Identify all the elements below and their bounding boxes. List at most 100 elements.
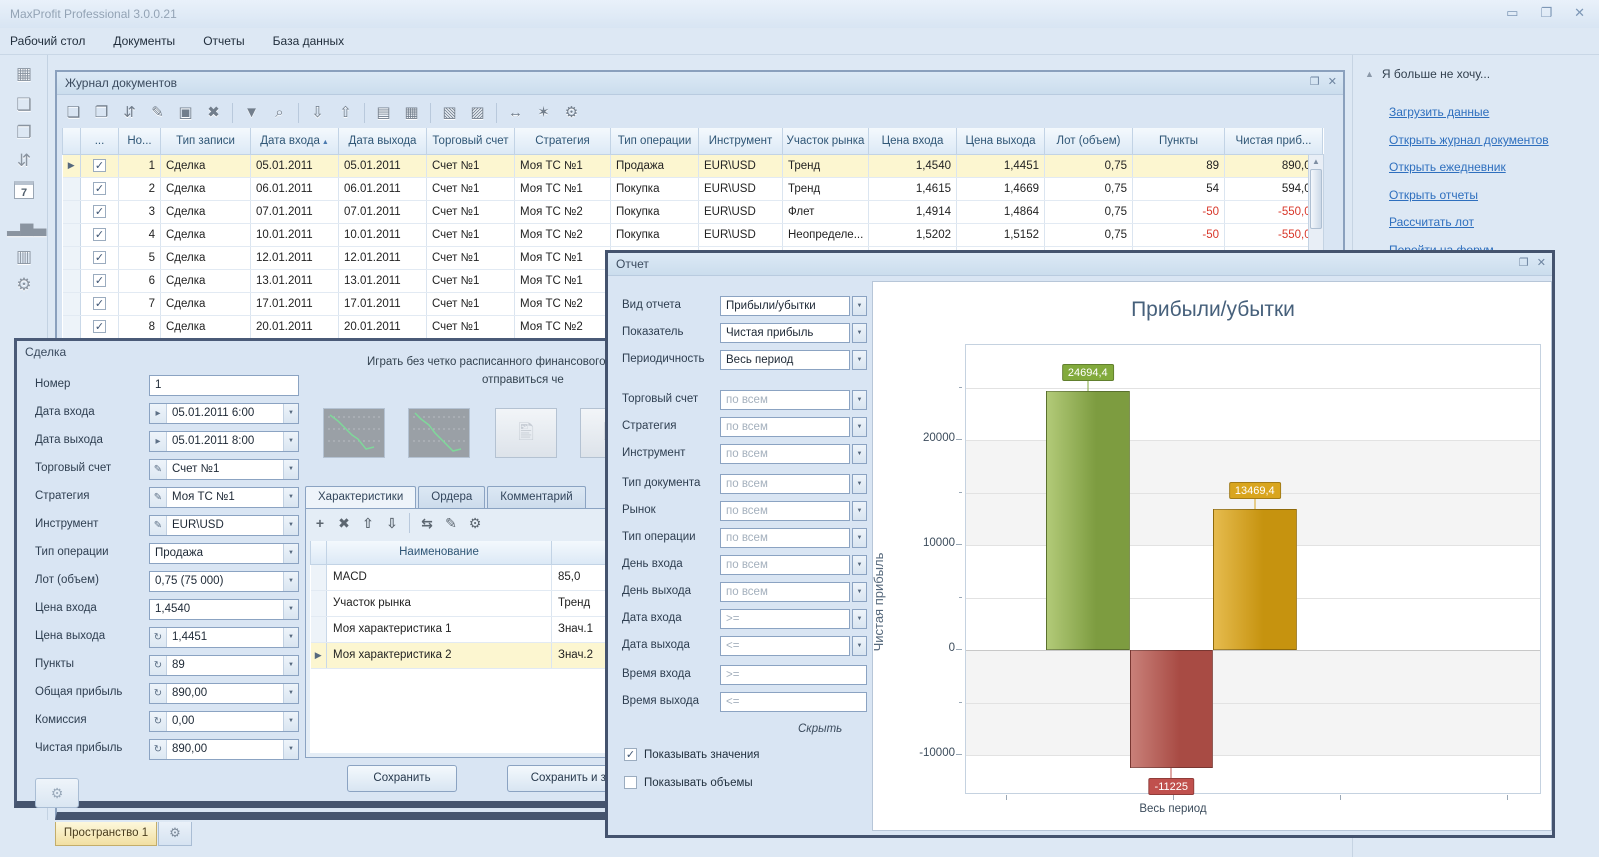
chevron-down-icon[interactable]: ▼ (283, 656, 298, 675)
tab-2[interactable]: Ордера (418, 486, 485, 508)
settings-gear-icon[interactable]: ⚙ (7, 271, 41, 299)
chevron-down-icon[interactable]: ▼ (283, 628, 298, 647)
report-field-14[interactable]: >= (720, 665, 867, 685)
checkbox-cell[interactable]: ✓ (81, 200, 119, 223)
hide-filters-link[interactable]: Скрыть (798, 723, 842, 735)
column-header[interactable]: Тип операции (611, 128, 699, 154)
row-checkbox-icon[interactable]: ✓ (93, 251, 106, 264)
column-header[interactable]: ... (81, 128, 119, 154)
checkbox-icon[interactable] (624, 776, 637, 789)
field-3[interactable]: ▸05.01.2011 8:00▼ (149, 431, 299, 452)
field-8[interactable]: 0,75 (75 000)▼ (149, 571, 299, 592)
column-header[interactable]: Торговый счет (427, 128, 515, 154)
lot-calculator-icon[interactable]: ▥ (7, 243, 41, 271)
compare-scales-icon[interactable]: ⇆ (417, 513, 437, 533)
sidebar-link-1[interactable]: Загрузить данные (1389, 105, 1489, 119)
empty-image-placeholder[interactable] (495, 408, 557, 458)
refresh-icon[interactable]: ↻ (150, 740, 167, 759)
workspace-tab[interactable]: Пространство 1 (55, 822, 157, 846)
checkbox-cell[interactable]: ✓ (81, 177, 119, 200)
table-row[interactable]: ▶✓1Сделка05.01.201105.01.2011Счет №1Моя … (63, 154, 1323, 177)
refresh-icon[interactable]: ↻ (150, 712, 167, 731)
menu-item-desktop[interactable]: Рабочий стол (10, 34, 85, 48)
checkbox-cell[interactable]: ✓ (81, 315, 119, 338)
field-6[interactable]: ✎EUR\USD▼ (149, 515, 299, 536)
chevron-down-icon[interactable]: ▼ (283, 460, 298, 479)
sidebar-link-4[interactable]: Открыть отчеты (1389, 188, 1478, 202)
report-field-2[interactable]: Чистая прибыль (720, 323, 850, 343)
field-12[interactable]: ↻890,00▼ (149, 683, 299, 704)
chart-thumbnail[interactable] (408, 408, 470, 458)
new-document-icon[interactable]: ❏ (7, 91, 41, 119)
chevron-down-icon[interactable]: ▼ (283, 740, 298, 759)
report-field-9[interactable]: по всем (720, 528, 850, 548)
report-field-12[interactable]: >= (720, 609, 850, 629)
checkbox-icon[interactable]: ✓ (624, 748, 637, 761)
chevron-down-icon[interactable]: ▼ (852, 323, 867, 343)
chevron-down-icon[interactable]: ▼ (852, 350, 867, 370)
chevron-down-icon[interactable]: ▼ (852, 501, 867, 521)
chevron-down-icon[interactable]: ▼ (283, 432, 298, 451)
report-field-3[interactable]: Весь период (720, 350, 850, 370)
report-field-8[interactable]: по всем (720, 501, 850, 521)
add-copy-icon[interactable]: ❐ (89, 100, 114, 125)
chart-bar[interactable] (1213, 509, 1297, 650)
checkbox-cell[interactable]: ✓ (81, 246, 119, 269)
scrollbar-thumb[interactable] (1310, 169, 1322, 229)
chevron-down-icon[interactable]: ▼ (283, 516, 298, 535)
column-header[interactable] (311, 541, 327, 564)
report-field-10[interactable]: по всем (720, 555, 850, 575)
sidebar-link-2[interactable]: Открыть журнал документов (1389, 133, 1549, 147)
report-field-11[interactable]: по всем (720, 582, 850, 602)
characteristics-settings-icon[interactable]: ⚙ (465, 513, 485, 533)
add-record-icon[interactable]: ❏ (61, 100, 86, 125)
report-field-13[interactable]: <= (720, 636, 850, 656)
duplicate-record-icon[interactable]: ▣ (173, 100, 198, 125)
move-up-icon[interactable]: ⇧ (358, 513, 378, 533)
add-import-icon[interactable]: ⇵ (117, 100, 142, 125)
column-header[interactable]: Дата входа ▲ (251, 128, 339, 154)
checkbox-cell[interactable]: ✓ (81, 292, 119, 315)
report-field-5[interactable]: по всем (720, 417, 850, 437)
checkbox-row[interactable]: ✓Показывать значения (624, 748, 759, 761)
field-4[interactable]: ✎Счет №1▼ (149, 459, 299, 480)
restore-icon[interactable]: ❐ (1540, 5, 1552, 21)
chevron-down-icon[interactable]: ▼ (852, 555, 867, 575)
chevron-down-icon[interactable]: ▼ (852, 474, 867, 494)
chevron-down-icon[interactable]: ▼ (852, 528, 867, 548)
tab-1[interactable]: Характеристики (305, 486, 416, 508)
chevron-down-icon[interactable]: ▼ (852, 609, 867, 629)
checkbox-cell[interactable]: ✓ (81, 269, 119, 292)
chevron-down-icon[interactable]: ▼ (852, 636, 867, 656)
restore-icon[interactable]: ❐ (1310, 75, 1320, 88)
table-row[interactable]: ✓2Сделка06.01.201106.01.2011Счет №1Моя Т… (63, 177, 1323, 200)
save-button[interactable]: Сохранить (347, 765, 457, 792)
row-checkbox-icon[interactable]: ✓ (93, 274, 106, 287)
refresh-icon[interactable]: ↻ (150, 656, 167, 675)
chart-bar[interactable] (1130, 650, 1214, 768)
field-14[interactable]: ↻890,00▼ (149, 739, 299, 760)
chart-thumbnail[interactable] (323, 408, 385, 458)
chevron-down-icon[interactable]: ▼ (283, 488, 298, 507)
edit-characteristic-icon[interactable]: ✎ (441, 513, 461, 533)
chevron-down-icon[interactable]: ▼ (283, 544, 298, 563)
view-compact-icon[interactable]: ▤ (371, 100, 396, 125)
column-header[interactable] (63, 128, 81, 154)
chevron-down-icon[interactable]: ▼ (852, 417, 867, 437)
field-2[interactable]: ▸05.01.2011 6:00▼ (149, 403, 299, 424)
pencil-icon[interactable]: ✎ (150, 488, 167, 507)
refresh-icon[interactable]: ↻ (150, 684, 167, 703)
field-13[interactable]: ↻0,00▼ (149, 711, 299, 732)
delete-record-icon[interactable]: ✖ (201, 100, 226, 125)
sort-asc-icon[interactable]: ⇧ (333, 100, 358, 125)
edit-record-icon[interactable]: ✎ (145, 100, 170, 125)
wizard-icon[interactable]: ✶ (531, 100, 556, 125)
journal-grid-icon[interactable]: ▦ (7, 60, 41, 88)
field-11[interactable]: ↻89▼ (149, 655, 299, 676)
chevron-down-icon[interactable]: ▼ (852, 390, 867, 410)
close-icon[interactable]: ✕ (1328, 75, 1337, 88)
field-9[interactable]: 1,4540▼ (149, 599, 299, 620)
column-header[interactable]: Цена входа (869, 128, 957, 154)
field-10[interactable]: ↻1,4451▼ (149, 627, 299, 648)
chevron-down-icon[interactable]: ▼ (283, 404, 298, 423)
